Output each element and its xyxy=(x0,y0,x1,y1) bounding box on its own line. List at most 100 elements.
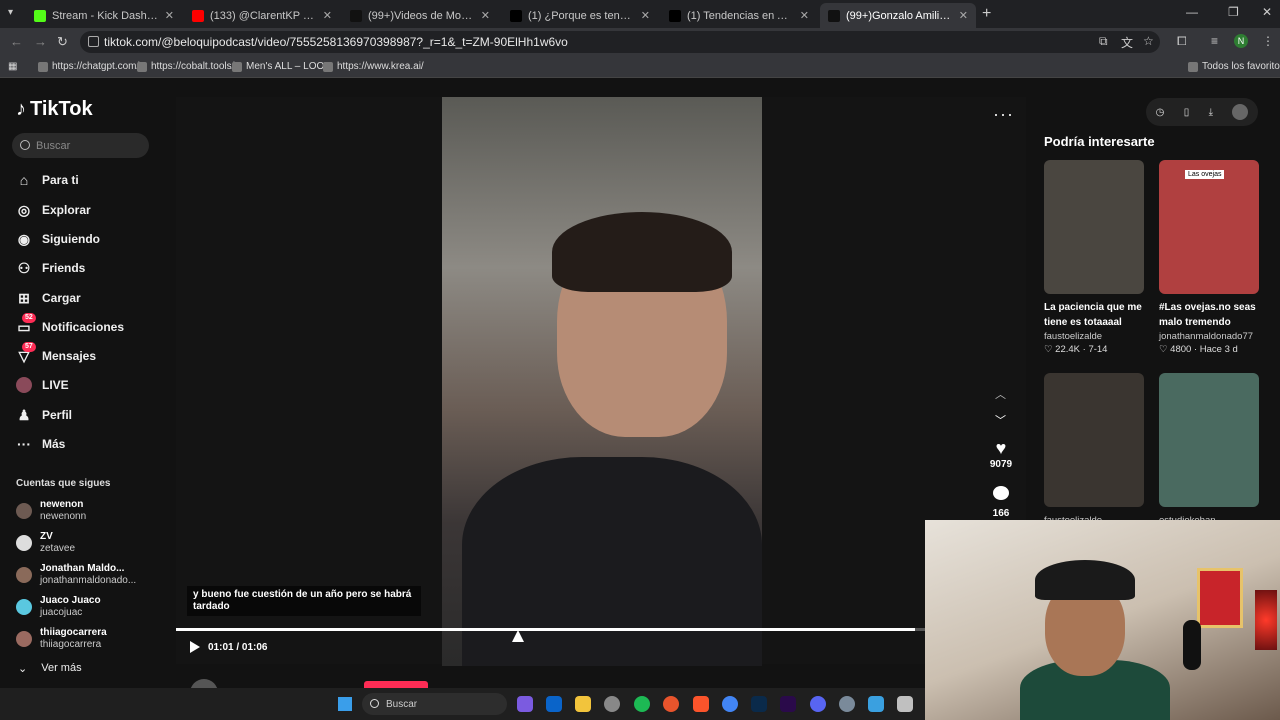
browser-tab[interactable]: (1) Tendencias en Argentina / @... ✕ xyxy=(661,3,817,28)
followed-account[interactable]: thiiagocarrera thiiagocarrera xyxy=(16,624,156,654)
card-meta: ♡ 22.4K · 7-14 xyxy=(1044,344,1108,355)
recommended-card[interactable]: La paciencia que me tiene es totaaaal fa… xyxy=(1044,160,1144,355)
app-icon[interactable] xyxy=(663,696,679,712)
profile-avatar[interactable]: N xyxy=(1234,34,1248,48)
outlook-icon[interactable] xyxy=(546,696,562,712)
nav-cargar[interactable]: ⊞ Cargar xyxy=(16,286,156,310)
nav-siguiendo[interactable]: ◉ Siguiendo xyxy=(16,227,156,251)
media-icon[interactable]: ≡ xyxy=(1211,34,1218,48)
site-settings-icon[interactable] xyxy=(88,36,99,47)
photos-icon[interactable] xyxy=(868,696,884,712)
download-icon[interactable]: ⤓ xyxy=(1209,107,1213,118)
comment-action[interactable]: 166 xyxy=(985,486,1017,519)
close-tab-icon[interactable]: ✕ xyxy=(323,9,332,22)
settings-icon[interactable] xyxy=(839,696,855,712)
install-icon[interactable]: ⧉ xyxy=(1099,34,1108,49)
followed-account[interactable]: newenon newenonn xyxy=(16,496,156,526)
browser-tab-active[interactable]: (99+)Gonzalo Amilivia: La Verda... ✕ xyxy=(820,3,976,28)
browser-tab[interactable]: (99+)Videos de Montsee (@_... ✕ xyxy=(342,3,498,28)
video-thumbnail[interactable]: Las ovejas xyxy=(1159,160,1259,294)
reload-icon[interactable]: ↻ xyxy=(57,34,68,50)
minimize-icon[interactable]: — xyxy=(1186,5,1198,19)
bookmark-item[interactable]: https://www.krea.ai/ xyxy=(323,61,424,72)
close-tab-icon[interactable]: ✕ xyxy=(481,9,490,22)
bookmark-star-icon[interactable]: ☆ xyxy=(1143,34,1154,48)
photoshop-icon[interactable] xyxy=(751,696,767,712)
search-input[interactable]: Buscar xyxy=(12,133,149,158)
clock-icon[interactable]: ◷ xyxy=(1156,107,1165,118)
chevron-down-icon[interactable]: ﹀ xyxy=(995,412,1006,428)
obs-icon[interactable] xyxy=(604,696,620,712)
card-user[interactable]: jonathanmaldonado77 xyxy=(1159,331,1259,342)
phone-icon[interactable]: ▯ xyxy=(1184,107,1190,118)
video-frame-image[interactable] xyxy=(442,97,762,666)
card-date: Hace 3 d xyxy=(1199,344,1238,355)
see-more-button[interactable]: ⌄ Ver más xyxy=(18,662,82,675)
translate-icon[interactable]: 文 xyxy=(1121,34,1133,51)
nav-mas[interactable]: ··· Más xyxy=(16,432,156,456)
followed-account[interactable]: ZV zetavee xyxy=(16,528,156,558)
followed-account[interactable]: Juaco Juaco juacojuac xyxy=(16,592,156,622)
copilot-icon[interactable] xyxy=(517,696,533,712)
recommended-card[interactable]: estudiokeban xyxy=(1159,373,1259,526)
snipping-tool-icon[interactable] xyxy=(897,696,913,712)
discord-icon[interactable] xyxy=(810,696,826,712)
play-icon[interactable] xyxy=(190,641,200,653)
nav-live[interactable]: LIVE xyxy=(16,373,156,397)
recommended-card[interactable]: Las ovejas #Las ovejas.no seas malo trem… xyxy=(1159,160,1259,355)
like-action[interactable]: ♥ 9079 xyxy=(985,438,1017,470)
windows-start-icon[interactable] xyxy=(338,697,352,711)
nav-explorar[interactable]: ◎ Explorar xyxy=(16,198,156,222)
chrome-icon[interactable] xyxy=(722,696,738,712)
nav-notificaciones[interactable]: ▭ 52 Notificaciones xyxy=(16,313,156,339)
close-tab-icon[interactable]: ✕ xyxy=(959,9,968,22)
spotify-icon[interactable] xyxy=(634,696,650,712)
user-avatar[interactable] xyxy=(1232,104,1249,120)
heart-icon[interactable]: ♥ xyxy=(985,438,1017,459)
chevron-up-icon[interactable]: ︿ xyxy=(995,386,1006,402)
close-window-icon[interactable]: ✕ xyxy=(1262,5,1272,19)
video-thumbnail[interactable] xyxy=(1044,373,1144,507)
bookmark-item[interactable]: https://chatgpt.com/ xyxy=(38,61,139,72)
nav-para-ti[interactable]: ⌂ Para ti xyxy=(16,168,156,192)
close-tab-icon[interactable]: ✕ xyxy=(165,9,174,22)
video-thumbnail[interactable] xyxy=(1159,373,1259,507)
forward-icon[interactable]: → xyxy=(34,34,47,49)
file-explorer-icon[interactable] xyxy=(575,696,591,712)
all-bookmarks[interactable]: Todos los favoritos xyxy=(1188,61,1280,72)
premiere-icon[interactable] xyxy=(780,696,796,712)
browser-tab[interactable]: (133) @ClarentKP - Gra Gra Bo... ✕ xyxy=(184,3,340,28)
bookmark-label: Todos los favoritos xyxy=(1202,61,1280,72)
nav-friends[interactable]: ⚇ Friends xyxy=(16,256,156,280)
video-thumbnail[interactable] xyxy=(1044,160,1144,294)
back-icon[interactable]: ← xyxy=(10,34,23,49)
menu-icon[interactable]: ⋮ xyxy=(1262,34,1274,48)
nav-mensajes[interactable]: ▽ 57 Mensajes xyxy=(16,342,156,368)
browser-tab[interactable]: (1) ¿Porque es tendencia Futbol... ✕ xyxy=(502,3,658,28)
extensions-icon[interactable]: ⧠ xyxy=(1177,34,1187,49)
more-options-icon[interactable]: ··· xyxy=(993,104,1014,125)
nav-perfil[interactable]: ♟ Perfil xyxy=(16,403,156,427)
video-progress-bar[interactable] xyxy=(176,628,926,631)
address-bar[interactable]: tiktok.com/@beloquipodcast/video/7555258… xyxy=(80,31,1160,53)
card-user[interactable]: faustoelizalde xyxy=(1044,331,1144,342)
tab-label: (1) ¿Porque es tendencia Futbol... xyxy=(528,9,635,22)
restore-icon[interactable]: ❐ xyxy=(1228,5,1239,19)
tiktok-logo[interactable]: ♪ TikTok xyxy=(16,98,93,121)
webcam-overlay xyxy=(925,520,1280,720)
new-tab-icon[interactable]: + xyxy=(982,5,991,23)
tab-list-button[interactable]: ▾ xyxy=(8,7,13,18)
search-icon xyxy=(370,699,379,708)
recommended-card[interactable]: faustoelizalde xyxy=(1044,373,1144,526)
apps-icon[interactable]: ▦ xyxy=(8,61,17,72)
bookmark-item[interactable]: Men's ALL – LOOT xyxy=(232,61,330,72)
brave-icon[interactable] xyxy=(693,696,709,712)
followed-account[interactable]: Jonathan Maldo... jonathanmaldonado... xyxy=(16,560,156,590)
taskbar-search[interactable]: Buscar xyxy=(362,693,507,715)
browser-tab[interactable]: Stream - Kick Dashboard ✕ xyxy=(26,3,182,28)
bookmark-item[interactable]: https://cobalt.tools/ xyxy=(137,61,234,72)
close-tab-icon[interactable]: ✕ xyxy=(641,9,650,22)
close-tab-icon[interactable]: ✕ xyxy=(800,9,809,22)
avatar xyxy=(16,503,32,519)
comment-icon[interactable] xyxy=(993,486,1009,500)
